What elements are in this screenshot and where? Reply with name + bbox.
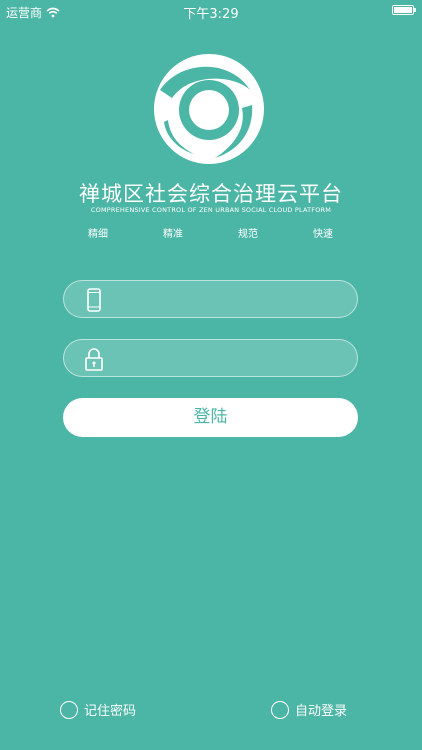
remember-password-radio[interactable] [60, 700, 78, 719]
lock-icon [85, 348, 103, 371]
tagline-4: 快速 [313, 229, 333, 240]
battery-level [394, 7, 412, 13]
eye-swirl-logo [154, 54, 264, 164]
login-button[interactable]: 登陆 [63, 398, 358, 437]
phone-field[interactable] [63, 280, 358, 319]
app-subtitle: COMPREHENSIVE CONTROL OF ZEN URBAN SOCIA… [90, 206, 332, 214]
battery-icon [392, 5, 416, 15]
status-time: 下午3:29 [183, 7, 239, 22]
phone-input[interactable] [116, 281, 350, 319]
auto-login-label: 自动登录 [295, 704, 348, 719]
app-title: 禅城区社会综合治理云平台 [79, 182, 343, 206]
tagline-2: 精准 [163, 229, 183, 240]
password-input[interactable] [116, 340, 350, 378]
tagline-3: 规范 [238, 229, 258, 240]
status-bar: 运营商 下午3:29 [0, 0, 422, 22]
auto-login-option[interactable]: 自动登录 [271, 700, 347, 719]
auto-login-radio[interactable] [271, 700, 289, 719]
tagline-1: 精细 [88, 229, 108, 240]
remember-password-option[interactable]: 记住密码 [60, 700, 136, 719]
remember-password-label: 记住密码 [84, 704, 137, 719]
phone-icon [87, 288, 101, 312]
password-field[interactable] [63, 339, 358, 378]
